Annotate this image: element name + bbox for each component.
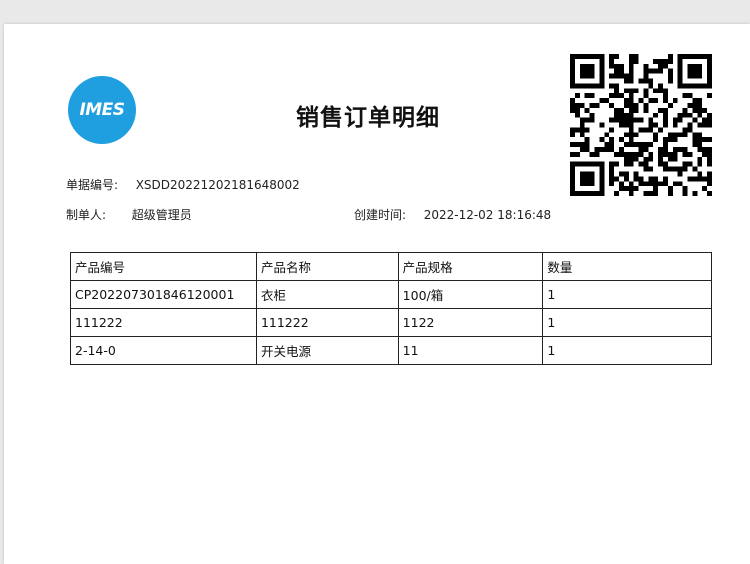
cell-product-code: 111222 <box>70 308 257 337</box>
order-no-value: XSDD20221202181648002 <box>135 178 300 192</box>
header-quantity: 数量 <box>542 252 712 281</box>
created-time-row: 创建时间: 2022-12-02 18:16:48 <box>354 206 551 223</box>
cell-product-code: CP202207301846120001 <box>70 280 257 309</box>
document-title: 销售订单明细 <box>296 105 440 131</box>
creator-value: 超级管理员 <box>131 208 192 222</box>
cell-product-code: 2-14-0 <box>70 336 257 365</box>
logo-text: IMES <box>79 100 125 120</box>
table-row: CP202207301846120001 衣柜 100/箱 1 <box>70 280 712 309</box>
cell-quantity: 1 <box>542 280 712 309</box>
cell-quantity: 1 <box>542 336 712 365</box>
creator-row: 制单人: 超级管理员 <box>66 206 192 223</box>
qr-code-icon <box>570 54 712 196</box>
table-row: 111222 111222 1122 1 <box>70 308 712 337</box>
cell-quantity: 1 <box>542 308 712 337</box>
order-no-row: 单据编号: XSDD20221202181648002 <box>66 176 300 193</box>
table-row: 2-14-0 开关电源 11 1 <box>70 336 712 365</box>
header-product-code: 产品编号 <box>70 252 257 281</box>
cell-product-name: 衣柜 <box>255 280 399 309</box>
document-page: IMES 销售订单明细 单据编号: XSDD20221202181648002 … <box>4 24 750 564</box>
cell-product-spec: 1122 <box>397 308 544 337</box>
header-product-spec: 产品规格 <box>397 252 544 281</box>
product-table: 产品编号 产品名称 产品规格 数量 CP202207301846120001 衣… <box>70 252 712 365</box>
table-header-row: 产品编号 产品名称 产品规格 数量 <box>70 252 712 281</box>
cell-product-name: 开关电源 <box>255 336 399 365</box>
created-time-value: 2022-12-02 18:16:48 <box>423 208 552 222</box>
creator-label: 制单人: <box>66 208 107 222</box>
company-logo: IMES <box>68 76 136 144</box>
cell-product-name: 111222 <box>255 308 399 337</box>
cell-product-spec: 11 <box>397 336 544 365</box>
header-product-name: 产品名称 <box>255 252 399 281</box>
created-time-label: 创建时间: <box>354 208 407 222</box>
order-no-label: 单据编号: <box>66 178 119 192</box>
cell-product-spec: 100/箱 <box>397 280 544 309</box>
